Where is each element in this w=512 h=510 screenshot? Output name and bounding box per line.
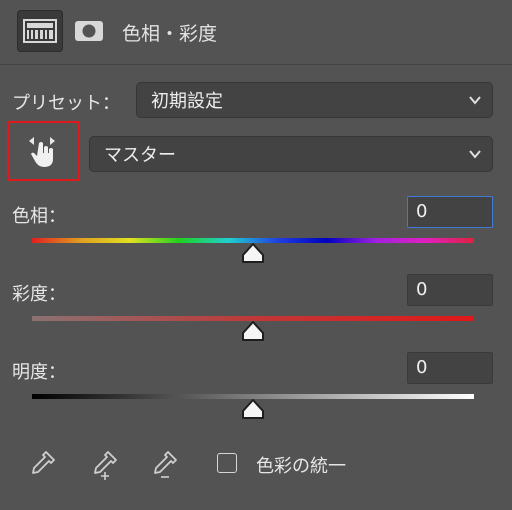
eyedropper-icon[interactable] — [26, 448, 58, 480]
hue-label: 色相： — [12, 206, 66, 227]
channel-dropdown[interactable]: マスター — [89, 136, 493, 172]
adjustment-layer-tab[interactable] — [17, 10, 63, 52]
lightness-input[interactable]: 0 — [407, 352, 493, 384]
preset-value: 初期設定 — [151, 91, 223, 112]
mask-icon — [75, 21, 103, 41]
targeted-adjustment-button[interactable] — [7, 121, 79, 181]
preset-dropdown[interactable]: 初期設定 — [136, 82, 493, 118]
lightness-label: 明度： — [12, 362, 66, 383]
mask-tab[interactable] — [66, 10, 112, 52]
adjustment-layer-icon — [23, 19, 57, 43]
chevron-down-icon — [469, 96, 481, 105]
eyedropper-add-icon[interactable] — [86, 448, 120, 482]
colorize-checkbox[interactable] — [217, 453, 237, 473]
preset-label: プリセット： — [12, 93, 120, 114]
eyedropper-subtract-icon[interactable] — [146, 448, 180, 482]
channel-value: マスター — [104, 145, 176, 166]
hand-icon — [29, 137, 55, 167]
saturation-input[interactable]: 0 — [407, 274, 493, 306]
hue-slider-thumb[interactable] — [241, 242, 265, 264]
hue-input[interactable]: 0 — [407, 196, 493, 228]
colorize-label: 色彩の統一 — [256, 456, 346, 477]
lightness-slider-thumb[interactable] — [241, 398, 265, 420]
chevron-down-icon — [469, 150, 481, 159]
header-divider — [0, 64, 512, 65]
saturation-label: 彩度： — [12, 284, 66, 305]
saturation-slider-thumb[interactable] — [241, 320, 265, 342]
panel-title: 色相・彩度 — [122, 23, 218, 45]
